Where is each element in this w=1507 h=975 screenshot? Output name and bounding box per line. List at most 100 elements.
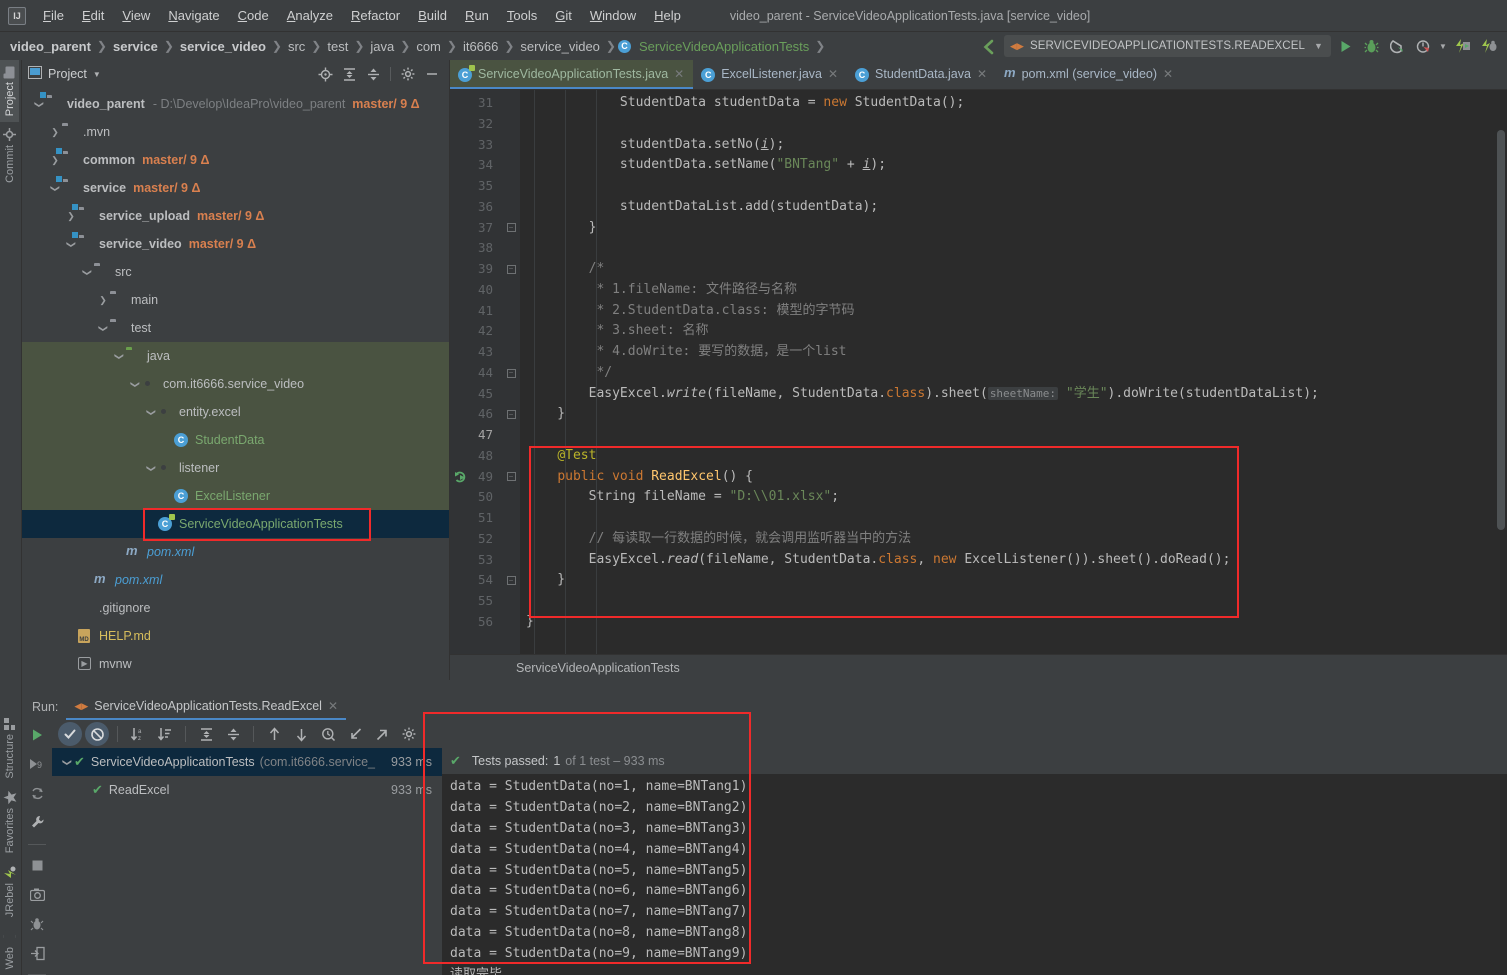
console-text[interactable]: data = StudentData(no=1, name=BNTang1) da… [442,774,1507,975]
stripe-button-web[interactable]: Web [0,924,19,975]
test-tree-row-readexcel[interactable]: ✔ ReadExcel 933 ms [52,776,442,804]
settings-wrench-icon[interactable] [28,814,46,831]
fold-marker[interactable] [502,425,520,446]
next-failed-icon[interactable] [289,722,313,746]
menu-run[interactable]: Run [456,4,498,27]
fold-marker[interactable] [502,612,520,633]
disclosure-arrow-icon[interactable]: ❯ [48,155,62,166]
disclosure-arrow-icon[interactable]: · [64,631,78,641]
breadcrumb-test[interactable]: test ❯ [323,37,366,56]
expand-all-icon[interactable] [194,722,218,746]
disclosure-arrow-icon[interactable]: ❯ [80,267,94,278]
disclosure-arrow-icon[interactable]: ❯ [144,407,158,418]
rerun-icon[interactable] [28,726,46,743]
tree-node-video-parent[interactable]: ❯ video_parent - D:\Develop\IdeaPro\video_… [22,90,449,118]
screenshot-icon[interactable] [28,886,46,903]
fold-marker[interactable] [502,342,520,363]
chevron-down-icon[interactable]: ▼ [93,70,101,79]
fold-collapse-icon[interactable]: − [506,223,516,233]
breadcrumb-service[interactable]: service ❯ [109,37,176,56]
show-ignored-icon[interactable] [85,722,109,746]
fold-marker[interactable]: − [502,467,520,488]
tree-node-src[interactable]: ❯ src [22,258,449,286]
close-icon[interactable]: ✕ [977,67,987,81]
editor-tab-studentdata-java[interactable]: C StudentData.java ✕ [847,60,996,89]
minimize-icon[interactable] [421,63,443,85]
fold-marker[interactable]: − [502,404,520,425]
disclosure-arrow-icon[interactable]: · [160,491,174,501]
editor-breadcrumb[interactable]: ServiceVideoApplicationTests [450,654,1507,680]
tree-node-service[interactable]: ❯ service master/ 9 Δ [22,174,449,202]
debug-icon[interactable] [1359,34,1383,58]
fold-marker[interactable] [502,238,520,259]
close-icon[interactable]: ✕ [328,699,338,713]
disclosure-arrow-icon[interactable]: · [144,519,158,529]
collapse-all-icon[interactable] [362,63,384,85]
fold-collapse-icon[interactable]: − [506,472,516,482]
fold-marker[interactable] [502,550,520,571]
menu-code[interactable]: Code [229,4,278,27]
run-configuration-selector[interactable]: ◀▶ SERVICEVIDEOAPPLICATIONTESTS.READEXCE… [1003,35,1331,57]
tree-node-listener[interactable]: ❯ listener [22,454,449,482]
close-icon[interactable]: ✕ [674,67,684,81]
stripe-button-project[interactable]: Project [0,60,19,123]
fold-marker[interactable]: − [502,570,520,591]
close-icon[interactable]: ✕ [1163,67,1173,81]
fold-marker[interactable] [502,114,520,135]
export-icon[interactable] [28,945,46,962]
tree-node-service-video[interactable]: ❯ service_video master/ 9 Δ [22,230,449,258]
tree-node--gitignore[interactable]: · .gitignore [22,594,449,622]
breadcrumb-com[interactable]: com ❯ [412,37,459,56]
disclosure-arrow-icon[interactable]: ❯ [48,183,62,194]
settings-gear-icon[interactable] [397,722,421,746]
disclosure-arrow-icon[interactable]: ❯ [48,127,62,138]
tree-node-entity-excel[interactable]: ❯ entity.excel [22,398,449,426]
editor-scrollbar[interactable] [1495,90,1507,654]
disclosure-arrow-icon[interactable]: ❯ [60,757,74,768]
editor-tab-excellistener-java[interactable]: C ExcelListener.java ✕ [693,60,847,89]
menu-help[interactable]: Help [645,4,690,27]
stripe-button-favorites[interactable]: Favorites [0,785,20,859]
disclosure-arrow-icon[interactable]: · [64,659,78,669]
fold-marker[interactable] [502,176,520,197]
gear-icon[interactable] [397,63,419,85]
disclosure-arrow-icon[interactable]: · [64,603,78,613]
breadcrumb-servicevideoapplicationtests[interactable]: C ServiceVideoApplicationTests ❯ [617,37,827,56]
breadcrumb-src[interactable]: src ❯ [284,37,323,56]
editor-tab-pom-xml-service-video-[interactable]: m pom.xml (service_video) ✕ [996,60,1182,89]
run-tab[interactable]: ◀▶ ServiceVideoApplicationTests.ReadExce… [66,694,346,720]
profiler-dropdown-icon[interactable]: ▼ [1437,34,1449,58]
import-icon[interactable] [343,722,367,746]
breadcrumb-video-parent[interactable]: video_parent ❯ [6,37,109,56]
stripe-button-structure[interactable]: Structure [0,711,19,785]
tree-node-pom-xml[interactable]: ·m pom.xml [22,566,449,594]
fold-marker[interactable]: − [502,363,520,384]
rerun-auto-icon[interactable] [28,785,46,802]
menu-window[interactable]: Window [581,4,645,27]
code-folding-gutter[interactable]: − − − − − − [502,90,520,654]
code-text[interactable]: StudentData studentData = new StudentDat… [520,90,1507,654]
fold-marker[interactable] [502,155,520,176]
profiler-icon[interactable] [1411,34,1435,58]
jrebel-debug-icon[interactable] [1477,34,1501,58]
locate-icon[interactable] [314,63,336,85]
collapse-all-icon[interactable] [221,722,245,746]
export-icon[interactable] [370,722,394,746]
tree-node-pom-xml[interactable]: ·m pom.xml [22,538,449,566]
tree-node--mvn[interactable]: ❯ .mvn [22,118,449,146]
menu-build[interactable]: Build [409,4,456,27]
stop-icon[interactable] [28,857,46,874]
tree-node-help-md[interactable]: ·MD HELP.md [22,622,449,650]
test-results-tree[interactable]: ❯ ✔ ServiceVideoApplicationTests (com.it666… [52,748,442,975]
breadcrumb-it6666[interactable]: it6666 ❯ [459,37,516,56]
tree-node-common[interactable]: ❯ common master/ 9 Δ [22,146,449,174]
disclosure-arrow-icon[interactable]: ❯ [64,211,78,222]
fold-marker[interactable] [502,529,520,550]
disclosure-arrow-icon[interactable]: ❯ [128,379,142,390]
sort-duration-icon[interactable] [153,722,177,746]
menu-edit[interactable]: Edit [73,4,113,27]
back-arrow-icon[interactable] [978,34,1002,58]
tree-node-main[interactable]: ❯ main [22,286,449,314]
fold-marker[interactable]: − [502,218,520,239]
fold-collapse-icon[interactable]: − [506,368,516,378]
